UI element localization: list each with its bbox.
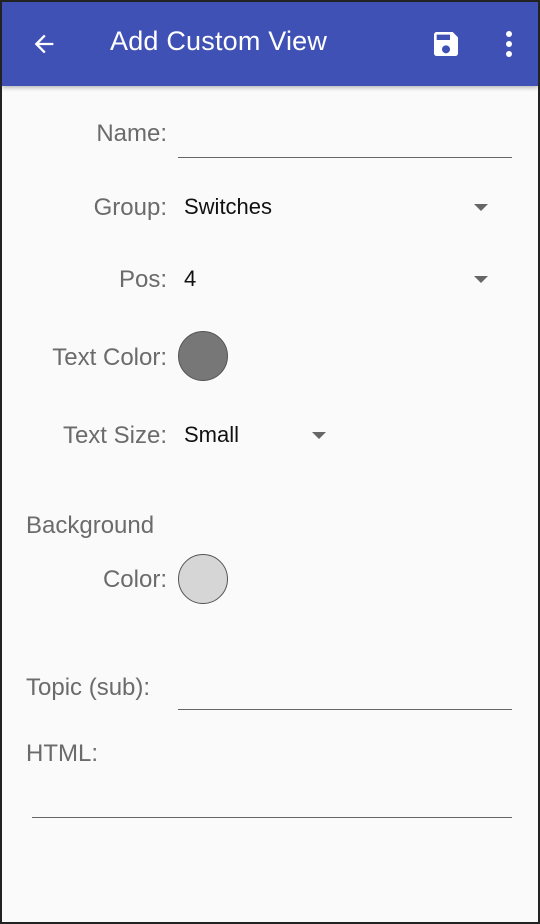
save-button[interactable] — [430, 28, 462, 60]
text-color-swatch[interactable] — [178, 331, 228, 381]
more-vert-icon — [506, 31, 512, 57]
text-size-dropdown[interactable]: Small — [178, 412, 338, 458]
pos-value: 4 — [184, 266, 197, 291]
topic-input[interactable] — [178, 666, 512, 710]
text-size-label: Text Size: — [62, 422, 167, 449]
topic-label: Topic (sub): — [26, 674, 151, 701]
text-color-label: Text Color: — [52, 344, 167, 371]
group-value: Switches — [184, 194, 273, 219]
screen: Add Custom View Name: Group: Switches Po… — [0, 0, 540, 924]
pos-dropdown[interactable]: 4 — [178, 256, 512, 302]
html-label: HTML: — [26, 740, 98, 767]
chevron-down-icon — [312, 432, 326, 439]
arrow-back-icon — [34, 34, 54, 54]
background-color-swatch[interactable] — [178, 554, 228, 604]
chevron-down-icon — [474, 204, 488, 211]
group-dropdown[interactable]: Switches — [178, 184, 512, 230]
text-size-value: Small — [184, 422, 240, 447]
save-icon — [434, 32, 458, 56]
page-title: Add Custom View — [110, 26, 328, 56]
back-button[interactable] — [28, 28, 60, 60]
pos-label: Pos: — [118, 266, 167, 293]
name-input[interactable] — [178, 114, 512, 158]
html-input[interactable] — [32, 774, 512, 818]
name-label: Name: — [96, 120, 167, 147]
background-label: Background — [26, 512, 155, 539]
group-label: Group: — [93, 194, 167, 221]
chevron-down-icon — [474, 276, 488, 283]
background-color-label: Color: — [102, 566, 167, 593]
overflow-menu-button[interactable] — [497, 26, 521, 62]
app-bar: Add Custom View — [2, 2, 538, 86]
